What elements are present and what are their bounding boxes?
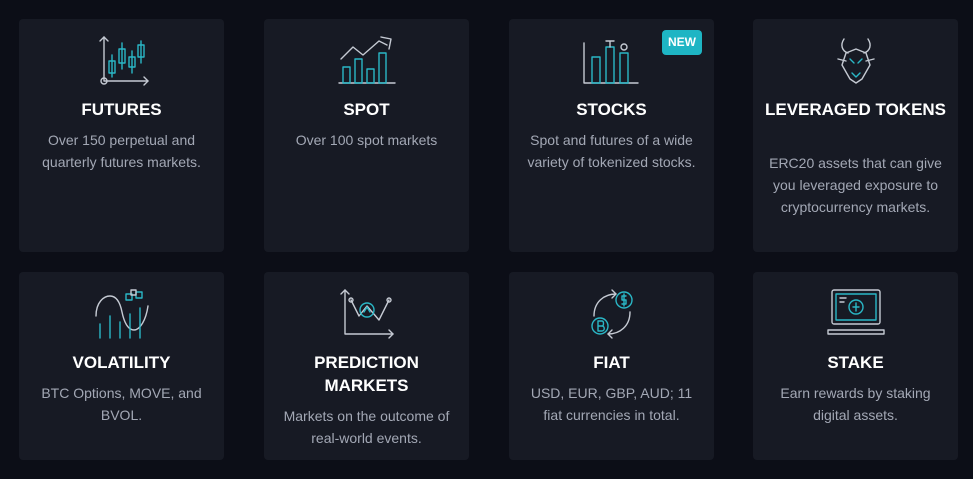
card-description: USD, EUR, GBP, AUD; 11 fiat currencies i… [530,385,693,423]
card-description: BTC Options, MOVE, and BVOL. [41,385,202,423]
card-spot[interactable]: SPOT Over 100 spot markets [264,19,469,252]
card-fiat[interactable]: FIAT USD, EUR, GBP, AUD; 11 fiat currenc… [509,272,714,460]
candlestick-chart-icon [90,33,154,89]
volatility-curve-icon [90,286,154,342]
card-prediction-markets[interactable]: PREDICTION MARKETS Markets on the outcom… [264,272,469,460]
rising-bar-chart-icon [335,33,399,89]
card-title: VOLATILITY [72,353,171,372]
prediction-chart-icon [335,286,399,342]
card-title: LEVERAGED TOKENS [764,100,947,119]
bull-head-icon [824,33,888,89]
card-stake[interactable]: STAKE Earn rewards by staking digital as… [753,272,958,460]
card-description: ERC20 assets that can give you leveraged… [769,155,942,215]
card-description: Over 100 spot markets [295,132,438,148]
card-title: FUTURES [81,100,162,119]
card-description: Earn rewards by staking digital assets. [780,385,931,423]
card-volatility[interactable]: VOLATILITY BTC Options, MOVE, and BVOL. [19,272,224,460]
card-leveraged-tokens[interactable]: LEVERAGED TOKENS ERC20 assets that can g… [753,19,958,252]
card-title: STAKE [827,353,884,372]
card-stocks[interactable]: NEW STOCKS Spot and futures of a wide va… [509,19,714,252]
currency-exchange-icon [580,286,644,342]
card-title: SPOT [343,100,390,119]
card-futures[interactable]: FUTURES Over 150 perpetual and quarterly… [19,19,224,252]
product-grid: FUTURES Over 150 perpetual and quarterly… [0,0,973,479]
card-title: STOCKS [576,100,647,119]
card-title: PREDICTION MARKETS [314,353,419,395]
staking-monitor-icon [824,286,888,342]
new-badge: NEW [662,30,702,55]
card-title: FIAT [593,353,630,372]
card-description: Spot and futures of a wide variety of to… [527,132,696,170]
card-description: Markets on the outcome of real-world eve… [283,408,450,446]
stock-buildings-icon [580,33,644,89]
card-description: Over 150 perpetual and quarterly futures… [42,132,201,170]
